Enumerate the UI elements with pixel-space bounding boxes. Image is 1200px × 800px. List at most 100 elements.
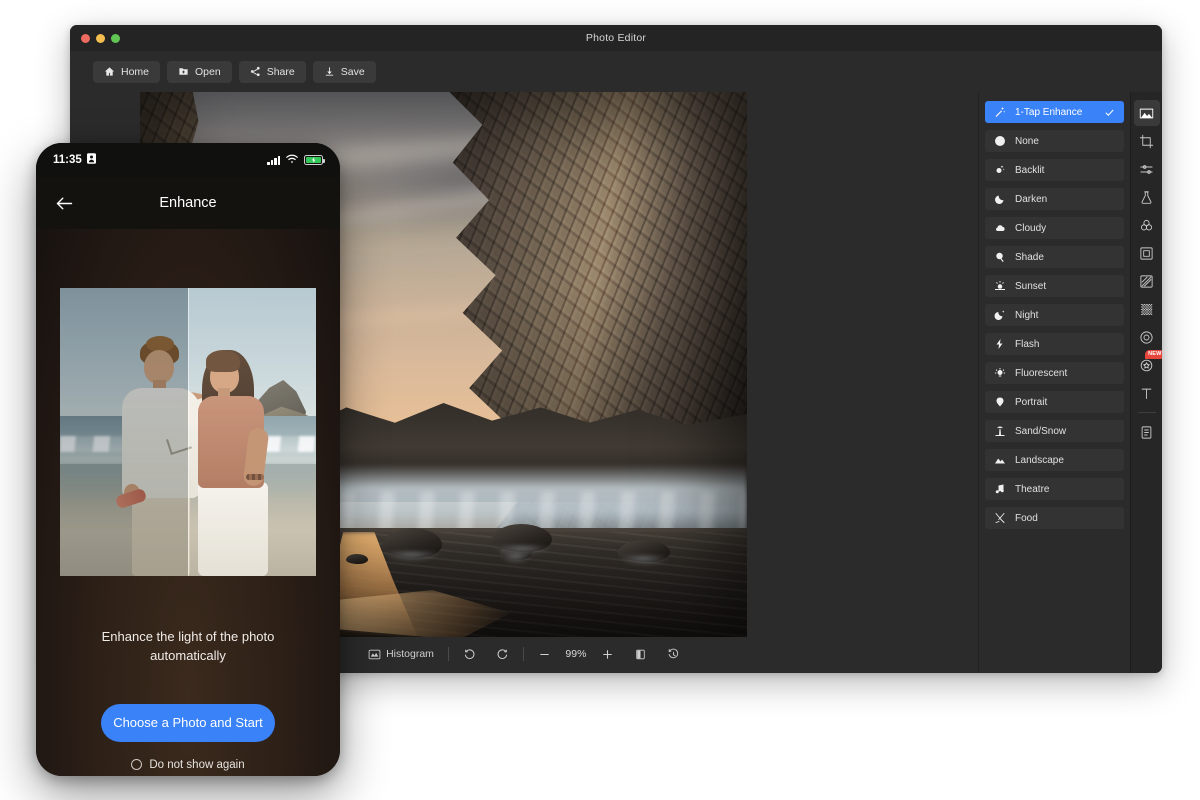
mountain-icon (994, 454, 1006, 466)
preset-label: 1-Tap Enhance (1015, 106, 1083, 118)
preset-portrait[interactable]: Portrait (985, 391, 1124, 413)
before-after-divider (188, 288, 189, 576)
preset-label: Portrait (1015, 396, 1048, 408)
preset-sunset[interactable]: Sunset (985, 275, 1124, 297)
choose-photo-button[interactable]: Choose a Photo and Start (101, 703, 275, 742)
histogram-button[interactable]: Histogram (358, 648, 444, 661)
maximize-window-button[interactable] (111, 33, 120, 43)
open-button[interactable]: Open (167, 60, 232, 83)
save-button-label: Save (340, 65, 365, 78)
vignette-tool[interactable] (1134, 324, 1160, 350)
preset-label: Fluorescent (1015, 367, 1068, 379)
flash-bolt-icon (994, 338, 1006, 350)
preset-night[interactable]: Night (985, 304, 1124, 326)
preset-darken[interactable]: Darken (985, 188, 1124, 210)
divider (522, 647, 524, 661)
effects-tool[interactable]: NEW (1134, 350, 1162, 378)
phone-nav-bar: Enhance (36, 177, 340, 229)
preset-label: Food (1015, 512, 1038, 524)
save-button[interactable]: Save (312, 60, 376, 83)
text-tool[interactable] (1134, 380, 1160, 406)
screenshot-root: Photo Editor Home Open Share Save Histog… (0, 0, 1200, 800)
preset-landscape[interactable]: Landscape (985, 449, 1124, 471)
zoom-level: 99% (565, 648, 587, 660)
phone-status-bar: 11:35 (36, 143, 340, 177)
magic-wand-icon (994, 106, 1006, 118)
redo-icon (496, 648, 509, 661)
before-after-beach-couple[interactable] (60, 288, 316, 576)
filters-tool[interactable] (1134, 184, 1160, 210)
preset-label: Theatre (1015, 483, 1050, 495)
share-button[interactable]: Share (238, 60, 306, 83)
music-note-icon (994, 483, 1006, 495)
preset-theatre[interactable]: Theatre (985, 478, 1124, 500)
redo-button[interactable] (486, 648, 519, 661)
preset-fluorescent[interactable]: Fluorescent (985, 362, 1124, 384)
phone-caption: Enhance the light of the photo automatic… (101, 629, 275, 663)
undo-icon (463, 648, 476, 661)
checkmark-icon (1104, 107, 1115, 118)
app-badge-icon (86, 153, 96, 167)
texture-tool[interactable] (1134, 296, 1160, 322)
enhance-landscape-tool[interactable] (1133, 100, 1160, 126)
frame-tool[interactable] (1134, 240, 1160, 266)
window-title-bar: Photo Editor (70, 25, 1162, 51)
preset-cloudy[interactable]: Cloudy (985, 217, 1124, 239)
minimize-window-button[interactable] (96, 33, 105, 43)
phone-status-icons (267, 151, 325, 169)
split-tone-tool[interactable] (1134, 268, 1160, 294)
after-half (188, 288, 316, 576)
close-window-button[interactable] (81, 33, 90, 43)
preset-backlit[interactable]: Backlit (985, 159, 1124, 181)
tool-rail: NEW (1130, 92, 1162, 673)
sunset-icon (994, 280, 1006, 292)
signal-bars-icon (267, 155, 280, 165)
open-button-label: Open (195, 65, 221, 78)
preset-none[interactable]: None (985, 130, 1124, 152)
adjust-tool[interactable] (1134, 156, 1160, 182)
boulder (382, 528, 442, 562)
preset-label: Flash (1015, 338, 1040, 350)
preset-label: Sand/Snow (1015, 425, 1067, 437)
plus-icon (601, 648, 614, 661)
reset-history-icon (667, 648, 680, 661)
zoom-in-button[interactable] (591, 648, 624, 661)
notes-tool[interactable] (1134, 419, 1160, 445)
preset-food[interactable]: Food (985, 507, 1124, 529)
radio-icon[interactable] (131, 759, 143, 771)
home-button[interactable]: Home (93, 60, 161, 83)
preset-label: None (1015, 135, 1039, 147)
fork-knife-icon (994, 512, 1006, 524)
battery-charging-icon (304, 155, 325, 165)
preset-sand-snow[interactable]: Sand/Snow (985, 420, 1124, 442)
preset-label: Backlit (1015, 164, 1045, 176)
undo-button[interactable] (453, 648, 486, 661)
presets-panel: 1-Tap Enhance None Backlit Darken Cloudy… (978, 92, 1130, 673)
share-button-label: Share (266, 65, 295, 78)
arrow-left-icon[interactable] (54, 193, 75, 214)
phone-mockup: 11:35 Enhance Enhance the light of the p… (36, 143, 340, 776)
night-moon-star-icon (994, 309, 1006, 321)
preset-flash[interactable]: Flash (985, 333, 1124, 355)
preset-label: Sunset (1015, 280, 1047, 292)
backlit-sun-icon (994, 164, 1006, 176)
preset-shade[interactable]: Shade (985, 246, 1124, 268)
do-not-show-again-checkbox[interactable]: Do not show again (131, 759, 245, 771)
crop-tool[interactable] (1134, 128, 1160, 154)
preset-label: Shade (1015, 251, 1044, 263)
folder-plus-icon (178, 66, 189, 77)
reset-history-button[interactable] (657, 648, 690, 661)
zoom-out-button[interactable] (528, 648, 561, 661)
no-entry-icon (994, 135, 1006, 147)
divider (1137, 412, 1156, 413)
fluorescent-bulb-icon (994, 367, 1006, 379)
moon-icon (994, 193, 1006, 205)
boulder (346, 554, 368, 564)
traffic-lights (70, 33, 120, 43)
color-mix-tool[interactable] (1134, 212, 1160, 238)
compare-button[interactable] (624, 648, 657, 661)
main-toolbar: Home Open Share Save (70, 51, 1162, 92)
preset-label: Darken (1015, 193, 1048, 205)
palm-beach-icon (994, 425, 1006, 437)
preset-1-tap-enhance[interactable]: 1-Tap Enhance (985, 101, 1124, 123)
